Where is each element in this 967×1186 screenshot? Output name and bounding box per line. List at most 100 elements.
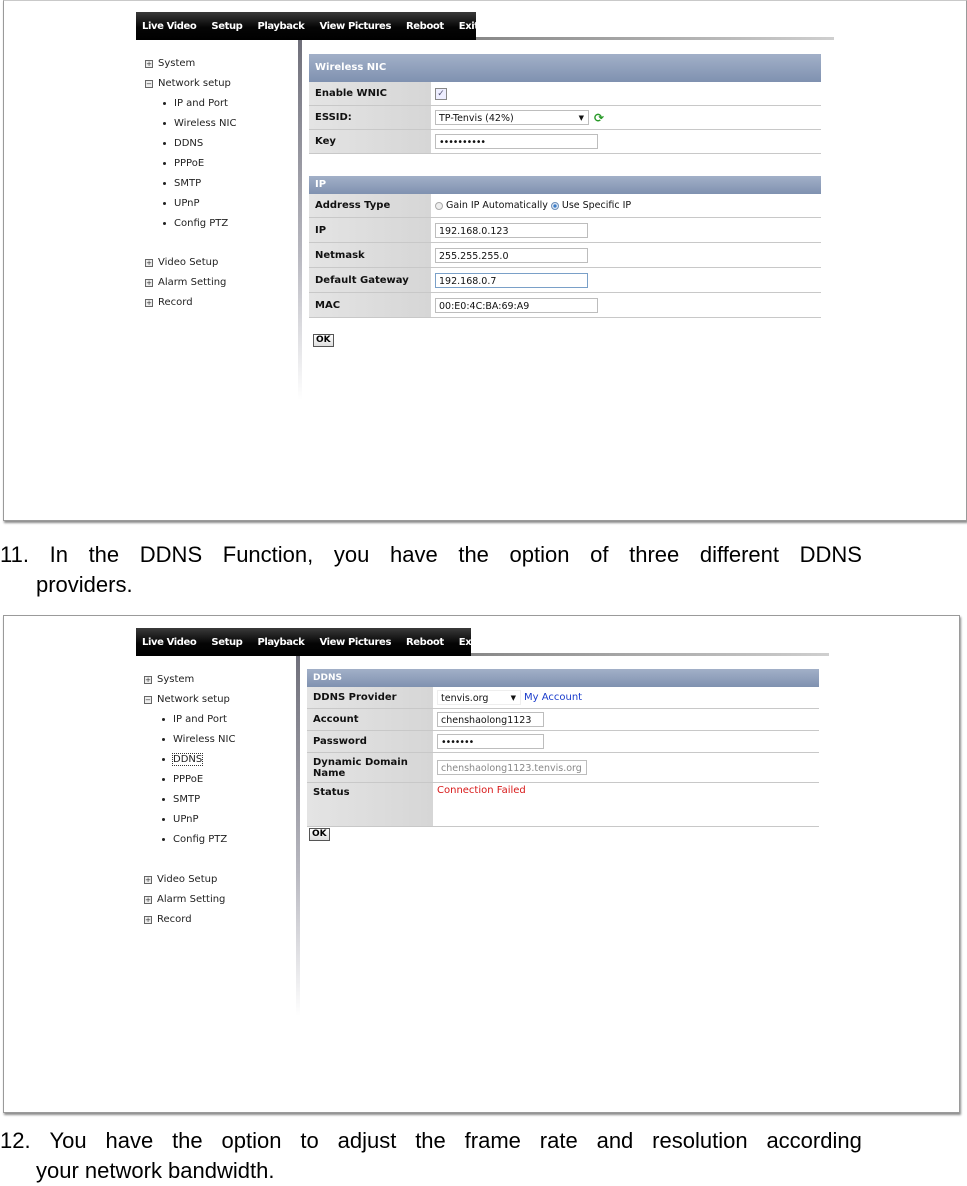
panel-title: Wireless NIC <box>309 54 821 82</box>
sidebar-item-ip-and-port[interactable]: IP and Port <box>162 714 227 725</box>
expand-plus-icon: + <box>144 895 152 904</box>
screenshot-wireless-nic: Live Video Setup Playback View Pictures … <box>3 0 967 521</box>
row-dynamic-domain-name: Dynamic Domain Name chenshaolong1123.ten… <box>307 753 819 783</box>
row-password: Password ••••••• <box>307 731 819 753</box>
row-key: Key •••••••••• <box>309 130 821 154</box>
bullet-icon <box>162 837 165 841</box>
sidebar-group-video-setup[interactable]: + Video Setup <box>144 874 217 885</box>
sidebar-group-network-setup[interactable]: − Network setup <box>145 78 231 89</box>
nav-live-video[interactable]: Live Video <box>142 21 197 32</box>
ip-panel: IP Address Type Gain IP Automatically Us… <box>309 176 821 318</box>
ddns-panel: DDNS DDNS Provider tenvis.org ▼ My Accoun… <box>307 669 819 827</box>
step-11-text: 11. In the DDNS Function, you have the o… <box>0 542 862 597</box>
expand-plus-icon: + <box>145 298 153 307</box>
account-input[interactable]: chenshaolong1123 <box>437 712 544 727</box>
sidebar-item-wireless-nic[interactable]: Wireless NIC <box>162 734 235 745</box>
sidebar-group-video-setup[interactable]: + Video Setup <box>145 257 218 268</box>
ok-button[interactable]: OK <box>313 334 334 347</box>
bullet-icon <box>163 181 166 185</box>
sidebar-item-ip-and-port[interactable]: IP and Port <box>163 98 228 109</box>
row-default-gateway: Default Gateway 192.168.0.7 <box>309 268 821 293</box>
bullet-icon <box>163 101 166 105</box>
sidebar-item-smtp[interactable]: SMTP <box>162 794 200 805</box>
sidebar-item-wireless-nic[interactable]: Wireless NIC <box>163 118 236 129</box>
sidebar-group-record[interactable]: + Record <box>144 914 192 925</box>
nav-setup[interactable]: Setup <box>211 21 242 32</box>
sidebar-item-ddns[interactable]: DDNS <box>163 138 203 149</box>
key-input[interactable]: •••••••••• <box>435 134 598 149</box>
sidebar-group-alarm-setting[interactable]: + Alarm Setting <box>145 277 226 288</box>
expand-plus-icon: + <box>145 258 153 267</box>
row-account: Account chenshaolong1123 <box>307 709 819 731</box>
collapse-minus-icon: − <box>144 695 152 704</box>
enable-wnic-checkbox[interactable]: ✓ <box>435 87 447 100</box>
sidebar-item-pppoe[interactable]: PPPoE <box>163 158 204 169</box>
password-input[interactable]: ••••••• <box>437 734 544 749</box>
nav-setup[interactable]: Setup <box>211 637 242 648</box>
nav-playback[interactable]: Playback <box>257 21 304 32</box>
sidebar-divider <box>298 40 302 400</box>
panel-title: DDNS <box>307 669 819 687</box>
status-value: Connection Failed <box>437 785 526 796</box>
refresh-icon[interactable]: ⟳ <box>594 111 604 125</box>
row-status: Status Connection Failed <box>307 783 819 827</box>
nav-view-pictures[interactable]: View Pictures <box>319 637 391 648</box>
bullet-icon <box>162 777 165 781</box>
nav-reboot[interactable]: Reboot <box>406 637 444 648</box>
sidebar-group-network-setup[interactable]: − Network setup <box>144 694 230 705</box>
top-nav-bar: Live Video Setup Playback View Pictures … <box>136 628 479 656</box>
expand-plus-icon: + <box>144 875 152 884</box>
row-netmask: Netmask 255.255.255.0 <box>309 243 821 268</box>
my-account-link[interactable]: My Account <box>524 692 582 703</box>
nav-underline <box>476 37 834 40</box>
nav-exit[interactable]: Exit <box>459 21 479 32</box>
sidebar-item-pppoe[interactable]: PPPoE <box>162 774 203 785</box>
sidebar-group-record[interactable]: + Record <box>145 297 193 308</box>
netmask-input[interactable]: 255.255.255.0 <box>435 247 588 263</box>
screenshot-ddns: Live Video Setup Playback View Pictures … <box>3 615 960 1113</box>
ok-button[interactable]: OK <box>309 828 330 841</box>
step-12-text: 12. You have the option to adjust the fr… <box>0 1128 862 1183</box>
dropdown-arrow-icon: ▼ <box>510 694 516 702</box>
essid-select[interactable]: TP-Tenvis (42%) ▼ <box>435 110 589 125</box>
row-ddns-provider: DDNS Provider tenvis.org ▼ My Account <box>307 687 819 709</box>
nav-live-video[interactable]: Live Video <box>142 637 197 648</box>
top-nav-bar: Live Video Setup Playback View Pictures … <box>136 12 479 40</box>
expand-plus-icon: + <box>145 278 153 287</box>
sidebar-item-ddns[interactable]: DDNS <box>162 753 204 766</box>
bullet-icon <box>163 201 166 205</box>
bullet-icon <box>163 141 166 145</box>
sidebar-group-alarm-setting[interactable]: + Alarm Setting <box>144 894 225 905</box>
sidebar-item-upnp[interactable]: UPnP <box>162 814 199 825</box>
sidebar-item-config-ptz[interactable]: Config PTZ <box>162 834 227 845</box>
radio-use-specific-ip[interactable] <box>550 201 559 210</box>
row-essid: ESSID: TP-Tenvis (42%) ▼ ⟳ <box>309 106 821 130</box>
sidebar-group-system[interactable]: + System <box>144 674 194 685</box>
expand-plus-icon: + <box>144 915 152 924</box>
bullet-icon <box>162 737 165 741</box>
sidebar-item-upnp[interactable]: UPnP <box>163 198 200 209</box>
nav-exit[interactable]: Exit <box>459 637 479 648</box>
bullet-icon <box>163 161 166 165</box>
bullet-icon <box>162 717 165 721</box>
default-gateway-input[interactable]: 192.168.0.7 <box>435 272 588 288</box>
row-enable-wnic: Enable WNIC ✓ <box>309 82 821 106</box>
ddns-provider-select[interactable]: tenvis.org ▼ <box>437 690 521 705</box>
nav-view-pictures[interactable]: View Pictures <box>319 21 391 32</box>
wireless-nic-panel: Wireless NIC Enable WNIC ✓ ESSID: TP-Ten… <box>309 54 821 154</box>
sidebar-group-system[interactable]: + System <box>145 58 195 69</box>
nav-playback[interactable]: Playback <box>257 637 304 648</box>
nav-reboot[interactable]: Reboot <box>406 21 444 32</box>
bullet-icon <box>162 797 165 801</box>
sidebar-item-smtp[interactable]: SMTP <box>163 178 201 189</box>
sidebar-divider <box>296 656 300 1016</box>
bullet-icon <box>162 817 165 821</box>
ip-input[interactable]: 192.168.0.123 <box>435 222 588 238</box>
bullet-icon <box>162 757 165 761</box>
sidebar-item-config-ptz[interactable]: Config PTZ <box>163 218 228 229</box>
row-address-type: Address Type Gain IP Automatically Use S… <box>309 194 821 218</box>
mac-input[interactable]: 00:E0:4C:BA:69:A9 <box>435 297 598 313</box>
expand-plus-icon: + <box>145 59 153 68</box>
dynamic-domain-input: chenshaolong1123.tenvis.org <box>437 760 587 775</box>
radio-gain-ip-automatically[interactable] <box>435 201 443 210</box>
